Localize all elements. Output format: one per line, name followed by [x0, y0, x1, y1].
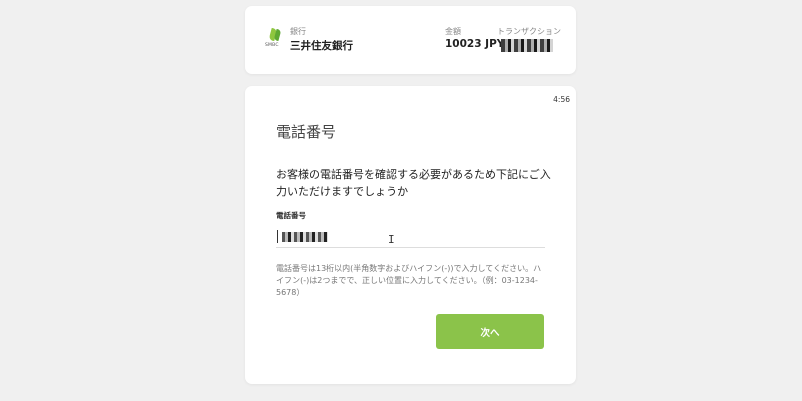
phone-value-redacted	[282, 232, 328, 242]
phone-help-text: 電話番号は13桁以内(半角数字およびハイフン(-))で入力してください。ハイフン…	[276, 264, 542, 297]
ibeam-cursor-icon: I	[388, 233, 395, 246]
page-title: 電話番号	[276, 123, 337, 141]
instruction-text: お客様の電話番号を確認する必要があるため下記にご入力いただけますでしょうか	[276, 168, 551, 198]
bank-caption: 銀行	[290, 27, 306, 36]
bank-logo-text: SMBC	[265, 43, 279, 48]
payment-page: SMBC 銀行 三井住友銀行 金額 10023 JPY トランザクション 4:5…	[0, 0, 802, 401]
amount-caption: 金額	[445, 27, 461, 36]
amount-value: 10023 JPY	[445, 38, 505, 50]
bank-name: 三井住友銀行	[290, 40, 353, 52]
phone-form-card: 4:56 電話番号 お客様の電話番号を確認する必要があるため下記にご入力いただけ…	[245, 86, 576, 384]
bank-logo-icon: SMBC	[265, 28, 285, 52]
phone-input-wrapper: I	[276, 228, 545, 248]
transaction-caption: トランザクション	[497, 27, 561, 36]
countdown-timer: 4:56	[553, 95, 570, 104]
next-button[interactable]: 次へ	[436, 314, 544, 349]
transaction-id-redacted	[501, 39, 553, 52]
transaction-summary-card: SMBC 銀行 三井住友銀行 金額 10023 JPY トランザクション	[245, 6, 576, 74]
text-caret	[277, 230, 278, 243]
phone-field-label: 電話番号	[276, 211, 306, 220]
